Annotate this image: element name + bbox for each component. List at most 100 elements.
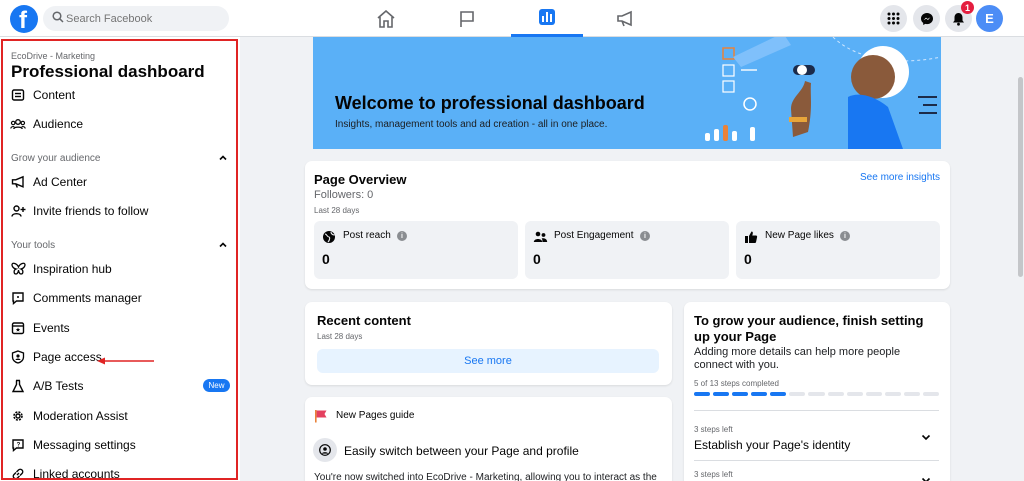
progress-step-complete bbox=[694, 392, 711, 396]
progress-step-incomplete bbox=[922, 392, 939, 396]
scrollbar[interactable] bbox=[1017, 37, 1024, 481]
bar-chart-icon bbox=[539, 9, 555, 25]
ads-tab[interactable] bbox=[590, 0, 662, 37]
butterfly-icon bbox=[9, 260, 27, 278]
info-icon[interactable]: i bbox=[840, 231, 850, 241]
divider bbox=[694, 460, 939, 461]
shield-user-icon bbox=[9, 348, 27, 366]
steps-left-text: 3 steps left bbox=[694, 425, 733, 434]
sidebar-item-label: Messaging settings bbox=[33, 438, 136, 452]
search-input[interactable] bbox=[66, 10, 221, 27]
sidebar-item-events[interactable]: Events bbox=[8, 316, 233, 340]
sidebar-item-audience[interactable]: Audience bbox=[8, 112, 233, 136]
stat-new-page-likes[interactable]: New Page likes i 0 bbox=[736, 221, 940, 279]
grid-menu-icon bbox=[887, 12, 900, 25]
progress-step-complete bbox=[770, 392, 787, 396]
home-icon bbox=[377, 9, 395, 28]
sidebar-item-messaging-settings[interactable]: ? Messaging settings bbox=[8, 433, 233, 457]
home-tab[interactable] bbox=[350, 0, 422, 37]
messenger-icon bbox=[920, 12, 933, 25]
svg-text:?: ? bbox=[17, 442, 21, 448]
dashboard-tab[interactable] bbox=[511, 0, 583, 37]
progress-step-incomplete bbox=[827, 392, 844, 396]
recent-period: Last 28 days bbox=[317, 332, 363, 341]
sidebar-item-content[interactable]: Content bbox=[8, 83, 233, 107]
link-icon bbox=[9, 465, 27, 481]
sidebar-item-label: Inspiration hub bbox=[33, 262, 112, 276]
stat-post-reach[interactable]: Post reach i 0 bbox=[314, 221, 518, 279]
search-box[interactable] bbox=[43, 6, 229, 31]
content-icon bbox=[9, 86, 27, 104]
sidebar-item-label: Content bbox=[33, 88, 76, 102]
section-title[interactable]: Establish your Page's identity bbox=[694, 438, 850, 452]
section-your-tools: Your tools bbox=[11, 240, 56, 251]
progress-step-incomplete bbox=[789, 392, 806, 396]
stat-post-engagement[interactable]: Post Engagement i 0 bbox=[525, 221, 729, 279]
audience-icon bbox=[9, 115, 27, 133]
sidebar-title: Professional dashboard bbox=[11, 62, 205, 81]
progress-step-incomplete bbox=[884, 392, 901, 396]
sidebar-item-invite-friends[interactable]: Invite friends to follow bbox=[8, 199, 233, 223]
annotation-arrow-icon bbox=[97, 357, 154, 365]
info-icon[interactable]: i bbox=[397, 231, 407, 241]
megaphone-icon bbox=[617, 10, 632, 26]
stat-value: 0 bbox=[322, 251, 330, 267]
sidebar-item-comments-manager[interactable]: Comments manager bbox=[8, 286, 233, 310]
chevron-up-icon[interactable] bbox=[218, 153, 228, 163]
switch-profile-icon bbox=[313, 438, 337, 462]
message-icon: ? bbox=[9, 436, 27, 454]
progress-step-incomplete bbox=[865, 392, 882, 396]
chevron-down-icon[interactable] bbox=[920, 474, 932, 481]
sidebar-item-label: A/B Tests bbox=[33, 379, 84, 393]
page-overview-title: Page Overview bbox=[314, 172, 407, 187]
menu-button[interactable] bbox=[880, 5, 907, 32]
new-badge: New bbox=[203, 379, 230, 392]
stat-label: Post reach bbox=[343, 230, 391, 241]
sidebar-page-name: EcoDrive - Marketing bbox=[11, 51, 96, 61]
overview-period: Last 28 days bbox=[314, 206, 360, 215]
progress-step-complete bbox=[751, 392, 768, 396]
guide-heading: Easily switch between your Page and prof… bbox=[344, 444, 579, 458]
sidebar-item-inspiration-hub[interactable]: Inspiration hub bbox=[8, 257, 233, 281]
facebook-logo[interactable]: f bbox=[10, 5, 38, 34]
info-icon[interactable]: i bbox=[640, 231, 650, 241]
stat-label: Post Engagement bbox=[554, 230, 634, 241]
banner-subtitle: Insights, management tools and ad creati… bbox=[335, 119, 608, 130]
sidebar-item-linked-accounts[interactable]: Linked accounts bbox=[8, 462, 233, 481]
stat-value: 0 bbox=[744, 251, 752, 267]
sidebar-item-label: Moderation Assist bbox=[33, 409, 128, 423]
flask-icon bbox=[9, 377, 27, 395]
chevron-up-icon[interactable] bbox=[218, 240, 228, 250]
grow-audience-description: Adding more details can help more people… bbox=[694, 346, 901, 371]
comments-icon bbox=[9, 289, 27, 307]
globe-icon bbox=[323, 231, 335, 243]
see-more-insights-link[interactable]: See more insights bbox=[860, 172, 940, 183]
megaphone-icon bbox=[9, 173, 27, 191]
sidebar-item-moderation-assist[interactable]: Moderation Assist bbox=[8, 404, 233, 428]
progress-step-complete bbox=[713, 392, 730, 396]
messenger-button[interactable] bbox=[913, 5, 940, 32]
progress-step-incomplete bbox=[808, 392, 825, 396]
pages-tab[interactable] bbox=[431, 0, 503, 37]
sidebar-item-ab-tests[interactable]: A/B Tests bbox=[8, 374, 233, 398]
chevron-down-icon[interactable] bbox=[920, 431, 932, 443]
sidebar-item-label: Page access bbox=[33, 350, 102, 364]
progress-step-incomplete bbox=[846, 392, 863, 396]
sidebar-item-ad-center[interactable]: Ad Center bbox=[8, 170, 233, 194]
gear-icon bbox=[9, 407, 27, 425]
bell-icon bbox=[953, 12, 964, 26]
people-icon bbox=[533, 231, 548, 242]
welcome-banner: Welcome to professional dashboard Insigh… bbox=[313, 37, 941, 149]
sidebar-item-label: Linked accounts bbox=[33, 467, 120, 481]
see-more-button[interactable]: See more bbox=[317, 349, 659, 373]
divider bbox=[694, 410, 939, 411]
thumbs-up-icon bbox=[745, 231, 758, 243]
profile-avatar[interactable]: E bbox=[976, 5, 1003, 32]
invite-icon bbox=[9, 202, 27, 220]
sidebar-item-label: Audience bbox=[33, 117, 84, 131]
scrollbar-thumb[interactable] bbox=[1018, 77, 1023, 277]
progress-step-incomplete bbox=[903, 392, 920, 396]
section-grow-audience: Grow your audience bbox=[11, 153, 101, 164]
flag-icon bbox=[315, 410, 327, 423]
steps-completed-text: 5 of 13 steps completed bbox=[694, 379, 779, 388]
